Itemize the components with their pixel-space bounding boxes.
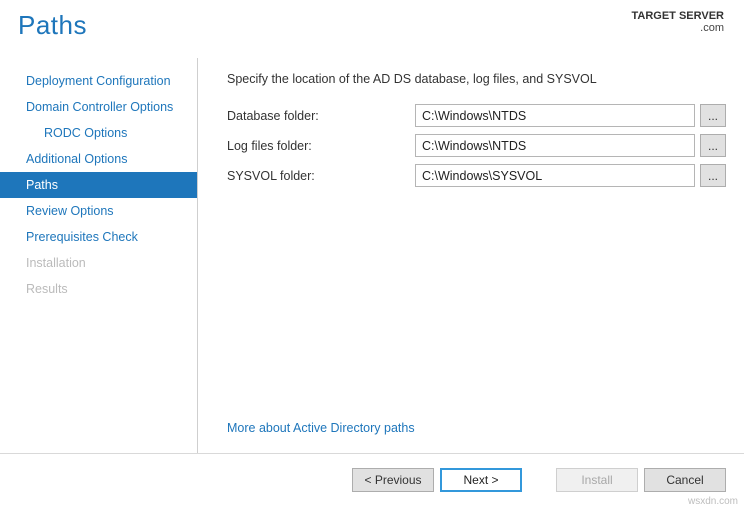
- row-database-folder: Database folder: ...: [227, 104, 726, 127]
- more-about-link[interactable]: More about Active Directory paths: [227, 421, 726, 435]
- install-button: Install: [556, 468, 638, 492]
- watermark: wsxdn.com: [688, 496, 738, 507]
- sidebar-item-rodc-options[interactable]: RODC Options: [0, 120, 197, 146]
- label-sysvol-folder: SYSVOL folder:: [227, 169, 415, 183]
- wizard-sidebar: Deployment Configuration Domain Controll…: [0, 58, 198, 453]
- row-log-files-folder: Log files folder: ...: [227, 134, 726, 157]
- sidebar-item-prerequisites-check[interactable]: Prerequisites Check: [0, 224, 197, 250]
- sidebar-item-installation: Installation: [0, 250, 197, 276]
- sidebar-item-domain-controller-options[interactable]: Domain Controller Options: [0, 94, 197, 120]
- sidebar-item-paths[interactable]: Paths: [0, 172, 197, 198]
- label-database-folder: Database folder:: [227, 109, 415, 123]
- browse-sysvol-folder-button[interactable]: ...: [700, 164, 726, 187]
- previous-button[interactable]: < Previous: [352, 468, 434, 492]
- row-sysvol-folder: SYSVOL folder: ...: [227, 164, 726, 187]
- input-database-folder[interactable]: [415, 104, 695, 127]
- target-server-label: TARGET SERVER: [632, 10, 725, 22]
- sidebar-item-additional-options[interactable]: Additional Options: [0, 146, 197, 172]
- browse-log-files-folder-button[interactable]: ...: [700, 134, 726, 157]
- cancel-button[interactable]: Cancel: [644, 468, 726, 492]
- wizard-footer: < Previous Next > Install Cancel: [0, 453, 744, 505]
- input-log-files-folder[interactable]: [415, 134, 695, 157]
- sidebar-item-deployment-configuration[interactable]: Deployment Configuration: [0, 68, 197, 94]
- target-server-name: .com: [632, 22, 725, 34]
- page-title: Paths: [18, 10, 87, 41]
- sidebar-item-results: Results: [0, 276, 197, 302]
- main-panel: Specify the location of the AD DS databa…: [199, 58, 744, 453]
- label-log-files-folder: Log files folder:: [227, 139, 415, 153]
- target-server-block: TARGET SERVER .com: [632, 10, 725, 34]
- instruction-text: Specify the location of the AD DS databa…: [227, 72, 726, 86]
- next-button[interactable]: Next >: [440, 468, 522, 492]
- input-sysvol-folder[interactable]: [415, 164, 695, 187]
- browse-database-folder-button[interactable]: ...: [700, 104, 726, 127]
- sidebar-item-review-options[interactable]: Review Options: [0, 198, 197, 224]
